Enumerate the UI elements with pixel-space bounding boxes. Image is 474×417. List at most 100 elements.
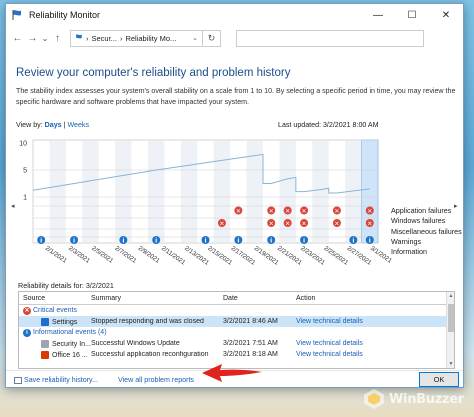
table-row[interactable]: Settings Stopped responding and was clos… <box>19 316 454 327</box>
selected-day-column <box>361 139 379 244</box>
error-icon-glyph: ✕ <box>269 208 274 215</box>
x-tick-label: 2/23/2021 <box>299 245 326 267</box>
office-app-icon <box>41 350 49 359</box>
x-tick-label: 2/17/2021 <box>230 245 257 267</box>
x-tick-label: 3/1/2021 <box>369 245 394 265</box>
close-button[interactable]: ✕ <box>429 4 463 26</box>
view-technical-details-link[interactable]: View technical details <box>296 340 446 347</box>
reliability-details-label: Reliability details for: 3/2/2021 <box>18 281 114 290</box>
scrollbar-thumb[interactable] <box>448 304 454 332</box>
column-action[interactable]: Action <box>296 295 446 302</box>
info-icon-glyph: i <box>155 237 157 244</box>
table-scrollbar[interactable]: ▲ ▼ <box>446 292 454 368</box>
page-title: Review your computer's reliability and p… <box>16 67 291 79</box>
breadcrumb-chevron: › <box>119 33 123 43</box>
chart-column-band <box>180 140 198 243</box>
minimize-button[interactable]: — <box>361 4 395 26</box>
info-icon-glyph: i <box>204 237 206 244</box>
view-all-problem-reports-link[interactable]: View all problem reports <box>118 376 194 384</box>
scroll-up-arrow-icon[interactable]: ▲ <box>447 293 454 299</box>
group-label: Informational events (4) <box>33 329 107 336</box>
row-source: Office 16 ... <box>52 351 88 359</box>
column-source[interactable]: Source <box>19 295 91 302</box>
flag-icon <box>12 10 21 20</box>
view-technical-details-link[interactable]: View technical details <box>296 351 446 358</box>
title-bar: Reliability Monitor — ☐ ✕ <box>6 4 463 26</box>
y-tick-label: 10 <box>19 141 27 148</box>
security-app-icon <box>41 339 49 348</box>
info-icon: i <box>23 328 31 337</box>
up-button[interactable]: ↑ <box>50 33 65 44</box>
ok-button[interactable]: OK <box>419 372 459 387</box>
flag-icon <box>76 34 82 39</box>
chevron-down-icon[interactable]: ⌄ <box>192 34 198 42</box>
column-summary[interactable]: Summary <box>91 295 223 302</box>
error-icon-glyph: ✕ <box>334 220 339 227</box>
search-input[interactable] <box>236 29 424 47</box>
x-tick-label: 2/13/2021 <box>183 245 210 267</box>
stability-chart[interactable]: 10 5 1 ◂ ▸ ✕ ✕ ✕ ✕ ✕ ✕ ✕ ✕ ✕ ✕ ✕ ✕ i i i i i i i i i i Application … <box>6 130 464 282</box>
breadcrumb-security[interactable]: Secur... <box>92 34 117 43</box>
refresh-button[interactable]: ↻ <box>203 29 221 47</box>
view-by-days-link[interactable]: Days <box>45 121 62 129</box>
scroll-down-arrow-icon[interactable]: ▼ <box>447 361 454 367</box>
recent-locations-button[interactable]: ⌄ <box>40 34 50 43</box>
save-history-link[interactable]: Save reliability history... <box>14 376 98 384</box>
row-date: 3/2/2021 7:51 AM <box>223 340 278 347</box>
red-arrow-annotation <box>202 364 262 382</box>
breadcrumb-reliability[interactable]: Reliability Mo... <box>125 34 176 43</box>
watermark-text: WinBuzzer <box>389 391 464 407</box>
address-box[interactable]: › Secur... › Reliability Mo... ⌄ <box>70 29 203 47</box>
chart-column-band <box>279 140 296 243</box>
error-icon-glyph: ✕ <box>302 220 307 227</box>
error-icon-glyph: ✕ <box>219 220 224 227</box>
table-row[interactable]: Security In... Successful Windows Update… <box>19 338 454 349</box>
table-header: Source Summary Date Action <box>19 292 454 305</box>
error-icon-glyph: ✕ <box>367 208 372 215</box>
x-tick-label: 2/7/2021 <box>113 245 138 265</box>
error-icon: ✕ <box>23 306 31 315</box>
row-date: 3/2/2021 8:18 AM <box>223 351 278 358</box>
row-summary: Successful Windows Update <box>91 340 180 347</box>
info-icon-glyph: i <box>40 237 42 244</box>
column-date[interactable]: Date <box>223 295 296 302</box>
error-icon-glyph: ✕ <box>367 220 372 227</box>
x-tick-label: 2/1/2021 <box>44 245 69 265</box>
row-date: 3/2/2021 8:46 AM <box>223 318 278 325</box>
view-technical-details-link[interactable]: View technical details <box>296 318 446 325</box>
row-source: Settings <box>52 318 78 326</box>
error-icon-glyph: ✕ <box>236 208 241 215</box>
save-history-label: Save reliability history... <box>24 376 98 384</box>
scroll-left-arrow-icon: ◂ <box>11 203 15 210</box>
last-updated: Last updated: 3/2/2021 8:00 AM <box>278 121 379 129</box>
maximize-button[interactable]: ☐ <box>395 4 429 26</box>
settings-app-icon <box>41 317 49 326</box>
x-tick-label: 2/27/2021 <box>346 245 373 267</box>
critical-events-group[interactable]: ✕ Critical events <box>19 305 454 316</box>
info-icon-glyph: i <box>369 237 371 244</box>
address-bar-row: ← → ⌄ ↑ › Secur... › Reliability Mo... ⌄… <box>6 26 463 50</box>
chart-column-band <box>115 140 132 243</box>
save-icon <box>14 376 22 384</box>
view-by-weeks-link[interactable]: Weeks <box>67 121 89 129</box>
scroll-right-arrow-icon: ▸ <box>454 203 458 210</box>
x-tick-label: 2/21/2021 <box>276 245 303 267</box>
x-tick-label: 2/5/2021 <box>90 245 115 265</box>
chart-row-label: Warnings <box>391 237 421 246</box>
info-icon-glyph: i <box>270 237 272 244</box>
informational-events-group[interactable]: i Informational events (4) <box>19 327 454 338</box>
row-summary: Successful application reconfiguration <box>91 351 209 358</box>
back-button[interactable]: ← <box>10 33 25 44</box>
reliability-monitor-window: Reliability Monitor — ☐ ✕ ← → ⌄ ↑ › Secu… <box>5 3 464 388</box>
chart-row-label: Miscellaneous failures <box>391 227 462 236</box>
info-icon-glyph: i <box>122 237 124 244</box>
y-tick-label: 5 <box>23 168 27 175</box>
x-tick-label: 2/25/2021 <box>322 245 349 267</box>
chart-column-band <box>213 140 231 243</box>
main-content: Review your computer's reliability and p… <box>6 50 463 387</box>
chart-column-band <box>312 140 329 243</box>
table-row[interactable]: Office 16 ... Successful application rec… <box>19 349 454 360</box>
page-description: The stability index assesses your system… <box>16 87 456 106</box>
forward-button[interactable]: → <box>25 33 40 44</box>
error-icon-glyph: ✕ <box>334 208 339 215</box>
